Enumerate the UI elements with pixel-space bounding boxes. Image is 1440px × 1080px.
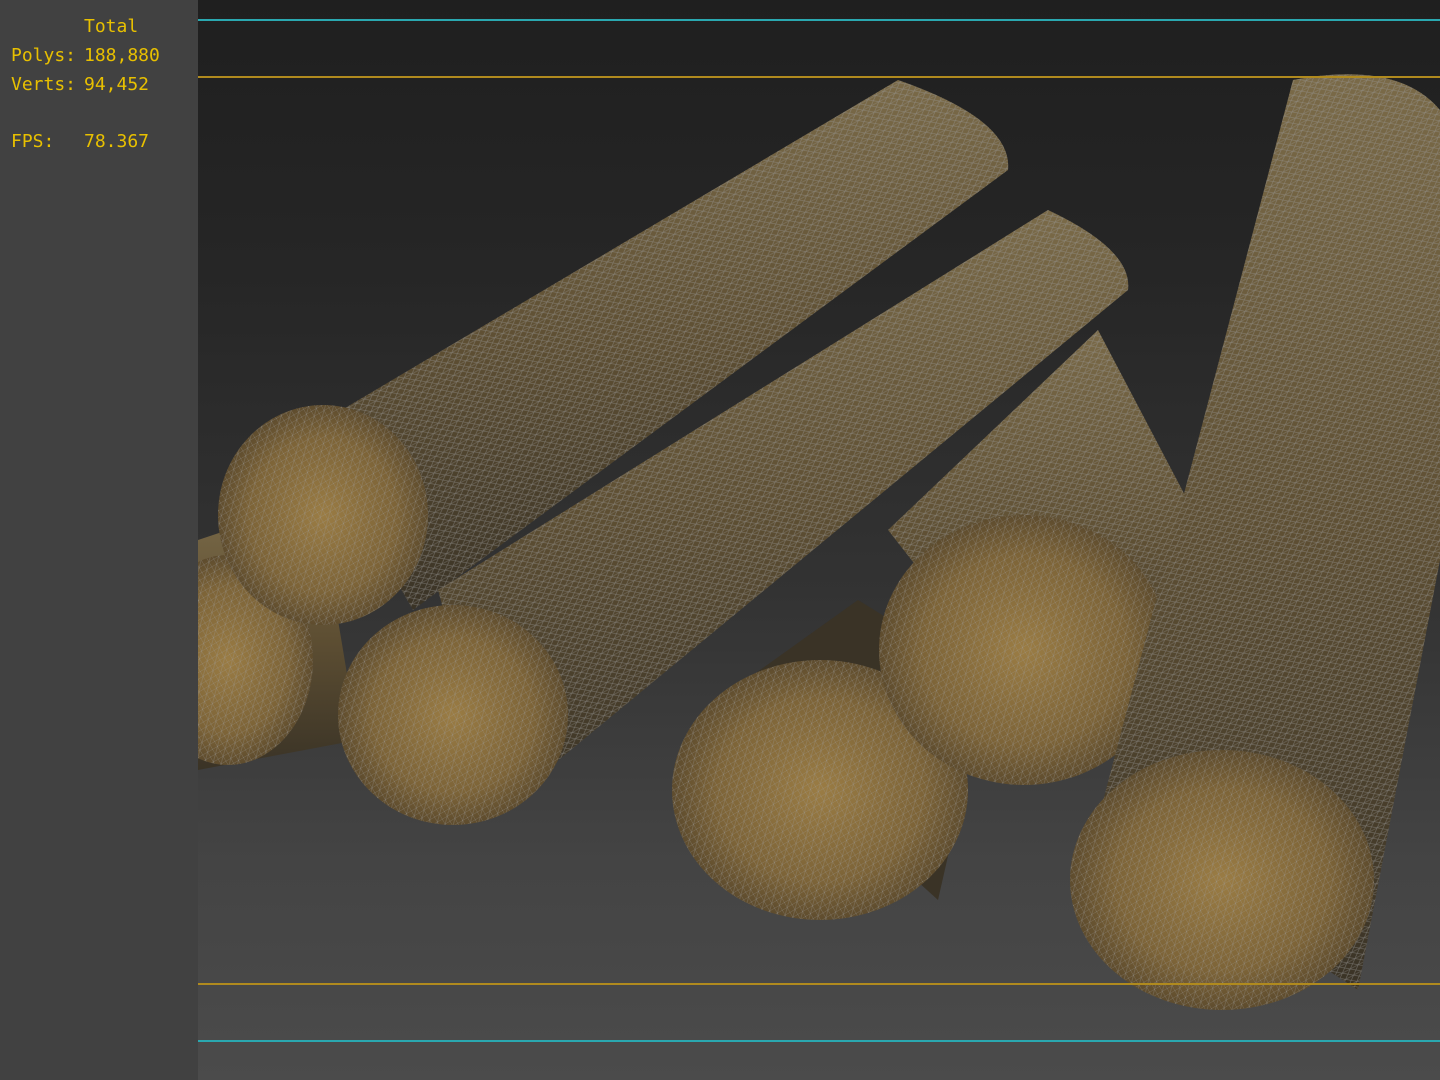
safe-frame-outer-top — [198, 19, 1440, 21]
polys-label: Polys: — [11, 45, 77, 66]
statistics-panel: Total Polys: 188,880 Verts: 94,452 FPS: … — [0, 0, 198, 1080]
3d-viewport[interactable] — [198, 0, 1440, 1080]
safe-frame-outer-bottom — [198, 1040, 1440, 1042]
safe-frame-inner-bottom — [198, 983, 1440, 985]
fps-label: FPS: — [11, 131, 55, 152]
verts-value: 94,452 — [84, 74, 150, 95]
stats-total-header: Total — [84, 16, 139, 37]
fps-value: 78.367 — [84, 131, 150, 152]
viewport-scene — [198, 74, 1440, 1010]
polys-value: 188,880 — [84, 45, 160, 66]
safe-frame-inner-top — [198, 76, 1440, 78]
app-window: Total Polys: 188,880 Verts: 94,452 FPS: … — [0, 0, 1440, 1080]
verts-label: Verts: — [11, 74, 77, 95]
